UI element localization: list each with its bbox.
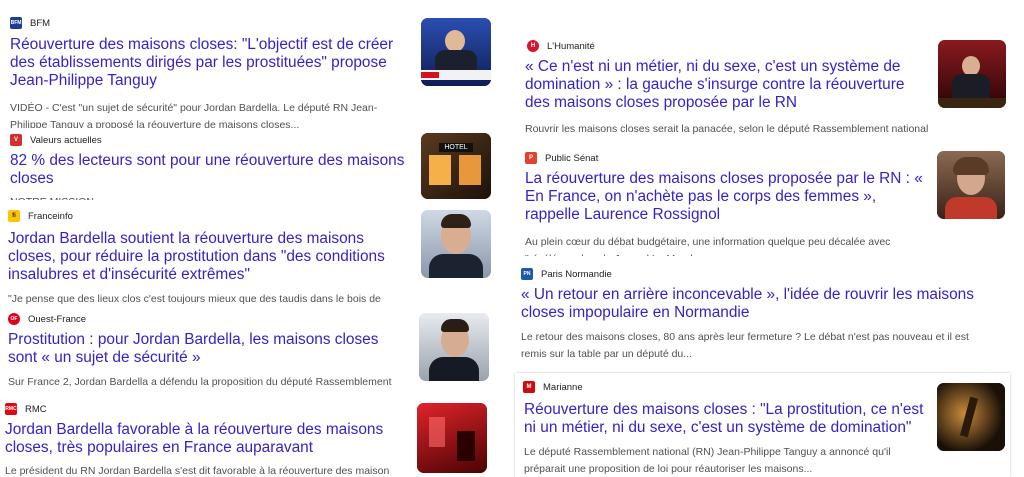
news-card-bfm[interactable]: BFM BFM Réouverture des maisons closes: … — [0, 10, 500, 130]
snippet-text: Le député Rassemblement national (RN) Je… — [524, 446, 891, 475]
headline-link[interactable]: La réouverture des maisons closes propos… — [525, 170, 930, 224]
headline-link[interactable]: Jordan Bardella soutient la réouverture … — [8, 230, 408, 284]
snippet-text: Le retour des maisons closes, 80 ans apr… — [521, 331, 969, 360]
source-name: Franceinfo — [28, 210, 73, 222]
headline-link[interactable]: Jordan Bardella favorable à la réouvertu… — [5, 421, 405, 457]
headline-link[interactable]: « Un retour en arrière inconcevable », l… — [521, 286, 1009, 322]
news-card-rmc[interactable]: RMC RMC Jordan Bardella favorable à la r… — [0, 398, 500, 477]
headline-link[interactable]: 82 % des lecteurs sont pour une réouvert… — [10, 152, 405, 188]
bfm-logo-icon: BFM — [10, 17, 22, 29]
lhumanite-logo-icon: H — [527, 40, 539, 52]
snippet-text: Le président du RN Jordan Bardella s'est… — [5, 465, 390, 477]
source-name: Marianne — [543, 381, 583, 393]
snippet-text: Rouvrir les maisons closes serait la pan… — [525, 123, 929, 135]
thumbnail-image[interactable] — [421, 210, 491, 278]
snippet-text: VIDÉO - C'est "un sujet de sécurité" pou… — [10, 102, 378, 128]
news-card-ouest-france[interactable]: OF Ouest-France Prostitution : pour Jord… — [0, 310, 500, 392]
snippet-text: NOTRE MISSION - ... — [10, 194, 410, 200]
source-name: BFM — [30, 17, 51, 29]
thumbnail-image[interactable]: HOTEL — [421, 133, 491, 199]
source-name: Public Sénat — [545, 152, 599, 164]
news-source: P Public Sénat — [525, 152, 598, 164]
rmc-logo-icon: RMC — [5, 403, 17, 415]
news-source: OF Ouest-France — [8, 313, 86, 325]
source-name: RMC — [25, 403, 47, 415]
thumbnail-image[interactable] — [937, 151, 1005, 219]
news-card-lhumanite[interactable]: H L'Humanité « Ce n'est ni un métier, ni… — [516, 37, 1010, 142]
news-source: BFM BFM — [10, 17, 50, 29]
news-source: PN Paris Normandie — [521, 268, 612, 280]
news-source: H L'Humanité — [527, 40, 595, 52]
thumbnail-image[interactable] — [419, 313, 489, 381]
news-card-paris-normandie[interactable]: PN Paris Normandie « Un retour en arrièr… — [514, 265, 1010, 367]
franceinfo-logo-icon: fi — [8, 210, 20, 222]
valeurs-actuelles-logo-icon: V — [10, 134, 22, 146]
paris-normandie-logo-icon: PN — [521, 268, 533, 280]
thumbnail-image[interactable] — [421, 18, 491, 86]
news-source: V Valeurs actuelles — [10, 134, 102, 146]
news-source: RMC RMC — [5, 403, 47, 415]
source-name: Valeurs actuelles — [30, 134, 102, 146]
public-senat-logo-icon: P — [525, 152, 537, 164]
source-name: L'Humanité — [547, 40, 595, 52]
snippet-text: Au plein cœur du débat budgétaire, une i… — [525, 236, 891, 256]
headline-link[interactable]: « Ce n'est ni un métier, ni du sexe, c'e… — [525, 58, 930, 112]
source-name: Ouest-France — [28, 313, 87, 325]
headline-link[interactable]: Prostitution : pour Jordan Bardella, les… — [8, 331, 408, 367]
news-card-marianne[interactable]: M Marianne Réouverture des maisons close… — [515, 373, 1010, 477]
news-card-valeurs-actuelles[interactable]: V Valeurs actuelles 82 % des lecteurs so… — [0, 130, 500, 202]
headline-link[interactable]: Réouverture des maisons closes: "L'objec… — [10, 36, 405, 90]
hotel-sign: HOTEL — [439, 143, 473, 152]
snippet-text: Sur France 2, Jordan Bardella a défendu … — [8, 376, 392, 388]
thumbnail-image[interactable] — [417, 403, 487, 473]
news-card-public-senat[interactable]: P Public Sénat La réouverture des maison… — [516, 148, 1010, 256]
news-source: fi Franceinfo — [8, 210, 73, 222]
headline-link[interactable]: Réouverture des maisons closes : "La pro… — [524, 401, 932, 437]
marianne-logo-icon: M — [523, 381, 535, 393]
snippet-text: "Je pense que des lieux clos c'est toujo… — [8, 293, 381, 305]
source-name: Paris Normandie — [541, 268, 612, 280]
thumbnail-image[interactable] — [938, 40, 1006, 108]
thumbnail-image[interactable] — [937, 383, 1005, 451]
news-source: M Marianne — [523, 381, 583, 393]
ouest-france-logo-icon: OF — [8, 313, 20, 325]
news-card-franceinfo[interactable]: fi Franceinfo Jordan Bardella soutient l… — [0, 207, 500, 307]
